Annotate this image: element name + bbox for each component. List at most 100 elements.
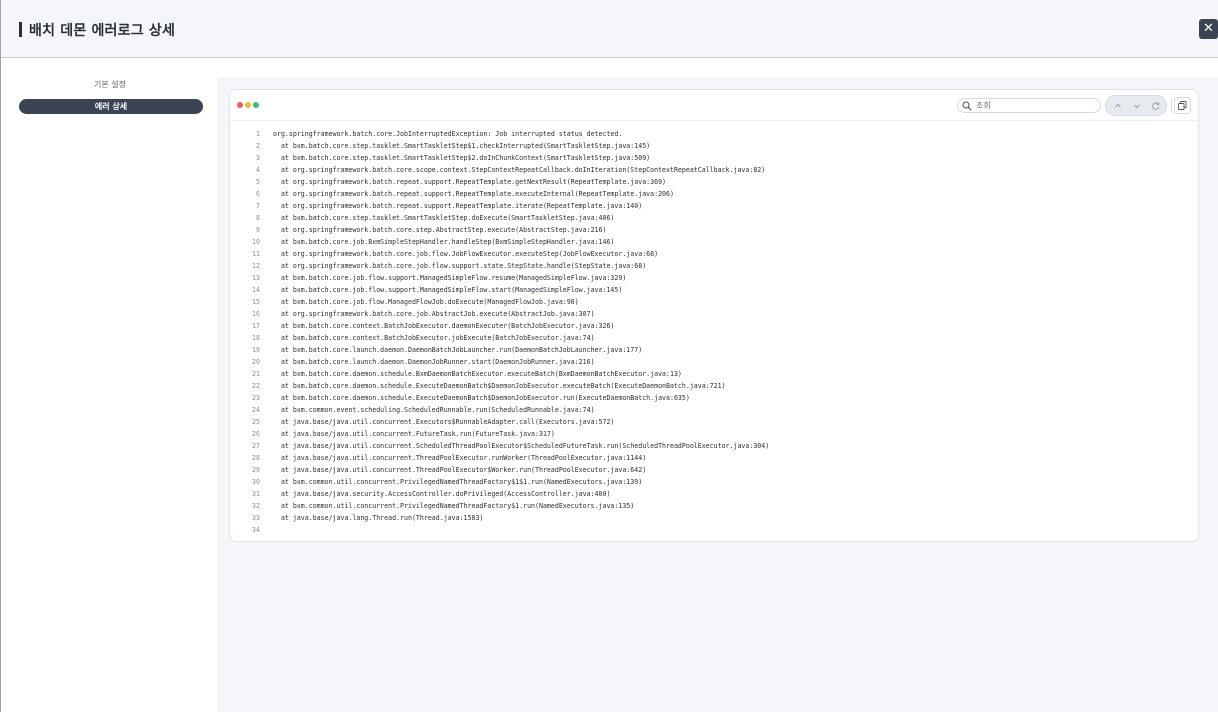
line-number: 30 [252,478,260,486]
line-text: at bxm.batch.core.context.BatchJobExecut… [273,322,615,330]
page-title: 배치 데몬 에러로그 상세 [29,23,176,39]
log-line: 27 at java.base/java.util.concurrent.Sch… [230,440,1198,452]
modal-header: 배치 데몬 에러로그 상세 [1,0,1218,58]
log-line: 29 at java.base/java.util.concurrent.Thr… [230,464,1198,476]
line-text: at org.springframework.batch.core.scope.… [273,166,766,174]
line-text [260,524,273,536]
search-icon [962,101,972,111]
line-text: at bxm.batch.core.launch.daemon.DaemonJo… [273,358,595,366]
line-number: 12 [252,262,260,270]
log-line: 31 at java.base/java.security.AccessCont… [230,488,1198,500]
log-line: 10 at bxm.batch.core.job.BxmSimpleStepHa… [230,236,1198,248]
log-line: 19 at bxm.batch.core.launch.daemon.Daemo… [230,344,1198,356]
line-number: 7 [256,202,260,210]
line-number: 34 [252,526,260,534]
log-line: 26 at java.base/java.util.concurrent.Fut… [230,428,1198,440]
log-line: 15 at bxm.batch.core.job.flow.ManagedFlo… [230,296,1198,308]
line-text: at bxm.common.util.concurrent.Privileged… [273,502,635,510]
log-line: 11 at org.springframework.batch.core.job… [230,248,1198,260]
line-text: at java.base/java.util.concurrent.Thread… [273,466,647,474]
line-number: 18 [252,334,260,342]
line-text: at bxm.batch.core.daemon.schedule.Execut… [273,394,690,402]
log-line: 25 at java.base/java.util.concurrent.Exe… [230,416,1198,428]
line-text: at bxm.common.event.scheduling.Scheduled… [273,406,595,414]
line-number: 1 [256,130,260,138]
toolbar-divider [1171,98,1172,113]
copy-icon [1178,101,1187,110]
line-text: at bxm.batch.core.daemon.schedule.BxmDae… [273,370,682,378]
line-number: 22 [252,382,260,390]
log-line: 8 at bxm.batch.core.step.tasklet.SmartTa… [230,212,1198,224]
line-text: at bxm.batch.core.context.BatchJobExecut… [273,334,595,342]
log-line: 7 at org.springframework.batch.repeat.su… [230,200,1198,212]
log-line: 32 at bxm.common.util.concurrent.Privile… [230,500,1198,512]
line-number: 32 [252,502,260,510]
title-accent-bar [19,22,22,37]
line-text: at org.springframework.batch.core.job.Ab… [273,310,595,318]
log-line: 14 at bxm.batch.core.job.flow.support.Ma… [230,284,1198,296]
log-line: 16 at org.springframework.batch.core.job… [230,308,1198,320]
line-text: at java.base/java.lang.Thread.run(Thread… [273,514,484,522]
line-number: 16 [252,310,260,318]
log-line: 13 at bxm.batch.core.job.flow.support.Ma… [230,272,1198,284]
log-code-block: 1 org.springframework.batch.core.JobInter… [230,128,1198,536]
log-line: 6 at org.springframework.batch.repeat.su… [230,188,1198,200]
search-input[interactable] [976,100,1096,111]
log-line: 24 at bxm.common.event.scheduling.Schedu… [230,404,1198,416]
line-text: at bxm.batch.core.job.flow.support.Manag… [273,274,627,282]
line-text: at bxm.batch.core.job.flow.support.Manag… [273,286,623,294]
chevron-up-icon[interactable] [1113,101,1123,111]
line-number: 21 [252,370,260,378]
log-line: 12 at org.springframework.batch.core.job… [230,260,1198,272]
log-line: 33 at java.base/java.lang.Thread.run(Thr… [230,512,1198,524]
line-number: 23 [252,394,260,402]
refresh-icon[interactable] [1151,101,1161,111]
copy-button[interactable] [1174,97,1191,114]
chevron-down-icon[interactable] [1132,101,1142,111]
line-text: at bxm.batch.core.job.BxmSimpleStepHandl… [273,238,615,246]
line-number: 10 [252,238,260,246]
log-viewer-toolbar [230,90,1198,121]
log-line: 22 at bxm.batch.core.daemon.schedule.Exe… [230,380,1198,392]
close-button[interactable]: ✕ [1199,19,1218,39]
line-text: at bxm.batch.core.job.flow.ManagedFlowJo… [273,298,579,306]
log-line: 3 at bxm.batch.core.step.tasklet.SmartTa… [230,152,1198,164]
line-number: 26 [252,430,260,438]
line-text: at java.base/java.util.concurrent.Future… [273,430,555,438]
line-number: 15 [252,298,260,306]
line-text: at java.base/java.util.concurrent.Execut… [273,418,615,426]
line-number: 4 [256,166,260,174]
line-text: at org.springframework.batch.core.job.fl… [273,262,647,270]
line-number: 9 [256,226,260,234]
log-line: 23 at bxm.batch.core.daemon.schedule.Exe… [230,392,1198,404]
line-number: 17 [252,322,260,330]
log-line: 9 at org.springframework.batch.core.step… [230,224,1198,236]
line-number: 11 [252,250,260,258]
line-number: 3 [256,154,260,162]
line-number: 13 [252,274,260,282]
line-number: 28 [252,454,260,462]
line-number: 29 [252,466,260,474]
line-number: 25 [252,418,260,426]
line-text: at java.base/java.util.concurrent.Thread… [273,454,647,462]
log-line: 18 at bxm.batch.core.context.BatchJobExe… [230,332,1198,344]
line-number: 24 [252,406,260,414]
log-line: 17 at bxm.batch.core.context.BatchJobExe… [230,320,1198,332]
line-text: at org.springframework.batch.core.job.fl… [273,250,659,258]
window-dot-yellow [245,102,251,108]
line-text: at org.springframework.batch.core.step.A… [273,226,607,234]
line-text: at org.springframework.batch.repeat.supp… [273,178,667,186]
sidebar-item-error-detail[interactable]: 에러 상세 [19,99,203,114]
log-line: 30 at bxm.common.util.concurrent.Privile… [230,476,1198,488]
line-text: at bxm.common.util.concurrent.Privileged… [273,478,643,486]
line-number: 5 [256,178,260,186]
log-line: 20 at bxm.batch.core.launch.daemon.Daemo… [230,356,1198,368]
log-line: 34 [230,524,1198,536]
line-text: at bxm.batch.core.launch.daemon.DaemonBa… [273,346,643,354]
log-line: 21 at bxm.batch.core.daemon.schedule.Bxm… [230,368,1198,380]
log-line: 1 org.springframework.batch.core.JobInter… [230,128,1198,140]
sidebar-heading: 기본 설정 [94,80,126,89]
line-number: 20 [252,358,260,366]
search-navigation-group [1105,95,1167,116]
line-text: org.springframework.batch.core.JobInterr… [273,130,623,138]
